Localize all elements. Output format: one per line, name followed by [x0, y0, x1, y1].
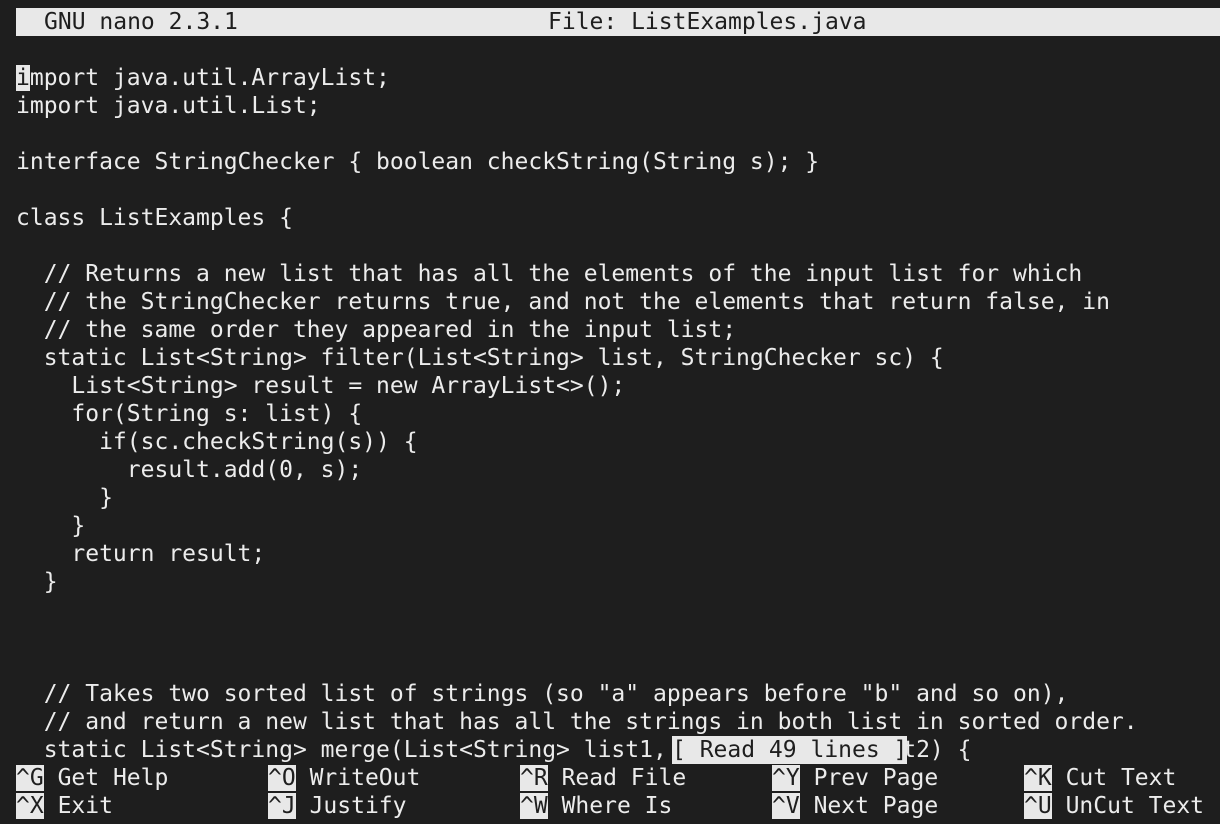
code-line[interactable]: interface StringChecker { boolean checkS… — [16, 148, 819, 176]
shortcut-item[interactable]: ^G Get Help — [16, 764, 168, 792]
shortcut-key: ^K — [1024, 765, 1052, 791]
shortcut-item[interactable]: ^J Justify — [268, 792, 407, 820]
shortcut-label: UnCut Text — [1065, 793, 1205, 819]
code-line[interactable]: // Takes two sorted list of strings (so … — [16, 680, 1069, 708]
shortcut-key: ^J — [268, 793, 296, 819]
code-line[interactable]: import java.util.List; — [16, 92, 321, 120]
shortcut-key: ^Y — [772, 765, 800, 791]
code-line[interactable]: if(sc.checkString(s)) { — [16, 428, 418, 456]
shortcut-item[interactable]: ^V Next Page — [772, 792, 938, 820]
shortcut-label: Prev Page — [813, 765, 939, 791]
code-line[interactable]: static List<String> filter(List<String> … — [16, 344, 944, 372]
code-line[interactable]: } — [16, 484, 113, 512]
shortcut-item[interactable]: ^R Read File — [520, 764, 686, 792]
shortcut-item[interactable]: ^W Where Is — [520, 792, 672, 820]
nano-version: GNU nano 2.3.1 — [44, 9, 238, 35]
shortcut-item[interactable]: ^Y Prev Page — [772, 764, 938, 792]
shortcut-item[interactable]: ^O WriteOut — [268, 764, 420, 792]
code-line[interactable]: import java.util.ArrayList; — [16, 64, 390, 92]
shortcut-label: Get Help — [57, 765, 169, 791]
code-line-text: mport java.util.ArrayList; — [29, 65, 390, 91]
shortcut-label: Next Page — [813, 793, 939, 819]
code-line[interactable]: // the StringChecker returns true, and n… — [16, 288, 1110, 316]
shortcut-key: ^O — [268, 765, 296, 791]
code-line[interactable]: } — [16, 512, 85, 540]
shortcut-item[interactable]: ^X Exit — [16, 792, 113, 820]
shortcut-key: ^X — [16, 793, 44, 819]
shortcut-key: ^V — [772, 793, 800, 819]
shortcut-key: ^W — [520, 793, 548, 819]
code-line[interactable]: } — [16, 568, 58, 596]
title-bar: GNU nano 2.3.1 File: ListExamples.java — [16, 8, 1220, 36]
code-line[interactable]: // and return a new list that has all th… — [16, 708, 1138, 736]
shortcut-label: WriteOut — [309, 765, 421, 791]
shortcut-label: Exit — [57, 793, 113, 819]
shortcut-key: ^U — [1024, 793, 1052, 819]
code-line[interactable]: class ListExamples { — [16, 204, 293, 232]
code-line[interactable]: return result; — [16, 540, 265, 568]
code-line[interactable]: List<String> result = new ArrayList<>(); — [16, 372, 625, 400]
shortcut-item[interactable]: ^K Cut Text — [1024, 764, 1176, 792]
status-message: [ Read 49 lines ] — [672, 736, 908, 764]
shortcut-label: Read File — [561, 765, 687, 791]
code-line[interactable]: // Returns a new list that has all the e… — [16, 260, 1083, 288]
shortcut-label: Where Is — [561, 793, 673, 819]
shortcut-label: Justify — [309, 793, 407, 819]
code-line[interactable]: // the same order they appeared in the i… — [16, 316, 736, 344]
shortcut-key: ^R — [520, 765, 548, 791]
shortcut-key: ^G — [16, 765, 44, 791]
shortcut-item[interactable]: ^U UnCut Text — [1024, 792, 1204, 820]
code-line[interactable]: for(String s: list) { — [16, 400, 362, 428]
shortcut-label: Cut Text — [1065, 765, 1177, 791]
code-line[interactable]: result.add(0, s); — [16, 456, 362, 484]
text-cursor: i — [16, 65, 30, 91]
file-name: File: ListExamples.java — [548, 9, 867, 35]
